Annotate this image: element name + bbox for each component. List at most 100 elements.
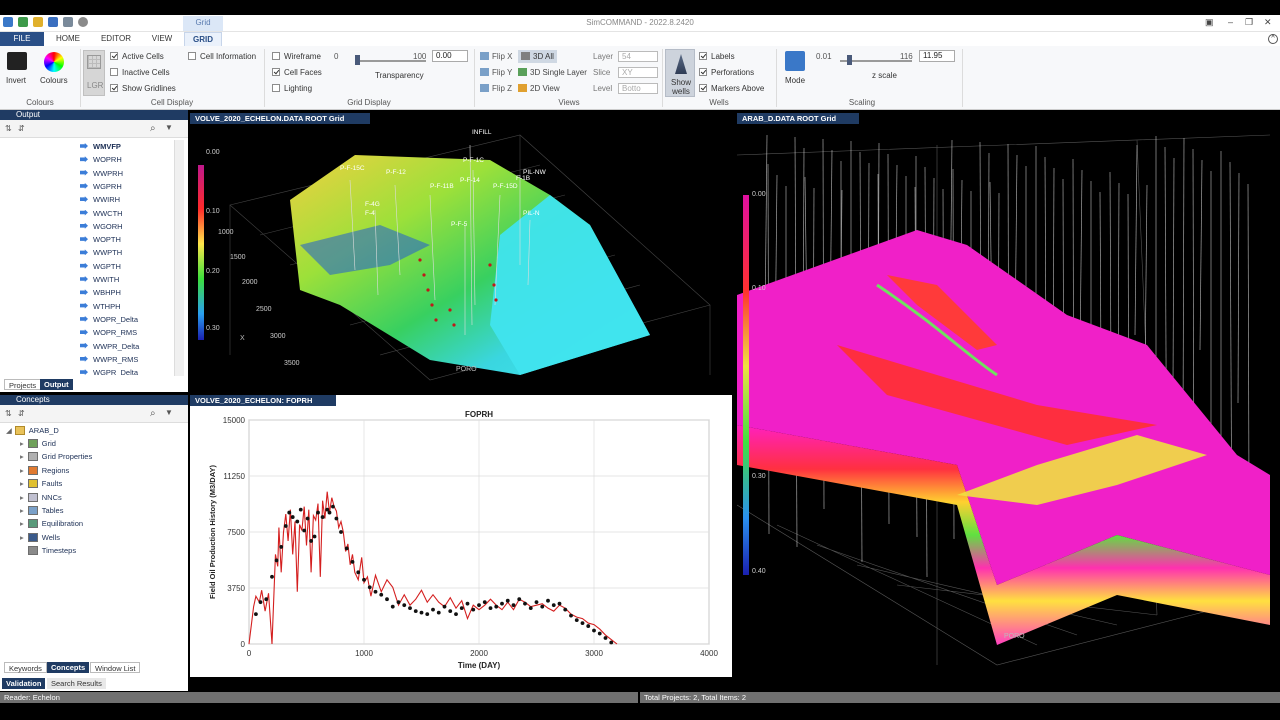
expand-icon[interactable]: ▸ (20, 452, 24, 461)
output-item[interactable]: WWPR_RMS (80, 353, 138, 366)
close-icon[interactable]: ✕ (1264, 17, 1272, 28)
expand-icon[interactable]: ▸ (20, 466, 24, 475)
tab-grid[interactable]: GRID (184, 32, 222, 46)
tree-item[interactable]: ▸ Faults (20, 477, 62, 490)
labels-checkbox[interactable]: Labels (699, 52, 735, 61)
cell-faces-checkbox[interactable]: Cell Faces (272, 68, 322, 77)
tree-item[interactable]: ▸ NNCs (20, 491, 62, 504)
tab-projects[interactable]: Projects (4, 379, 42, 390)
output-item[interactable]: WGPR_Delta (80, 366, 138, 376)
tab-window-list[interactable]: Window List (90, 662, 141, 673)
output-item[interactable]: WOPTH (80, 233, 121, 246)
view-fop-chart[interactable]: VOLVE_2020_ECHELON: FOPRH 0 1000 2000 3000 4… (190, 395, 732, 677)
expand-icon[interactable]: ▸ (20, 493, 24, 502)
tab-search-results[interactable]: Search Results (47, 678, 106, 689)
output-item[interactable]: WTHPH (80, 300, 121, 313)
mode-label[interactable]: Mode (785, 76, 805, 85)
view-3d-arab[interactable]: ARAB_D.DATA ROOT Grid 0.00 0.10 0.30 0.40 P… (737, 113, 1270, 671)
mode-icon[interactable] (785, 51, 805, 71)
maximize-icon[interactable]: ❐ (1245, 17, 1253, 28)
lighting-checkbox[interactable]: Lighting (272, 84, 312, 93)
tree-root[interactable]: ◢ ARAB_D (6, 424, 59, 437)
tab-editor[interactable]: EDITOR (94, 32, 138, 46)
colours-icon[interactable] (44, 52, 64, 72)
inactive-cells-checkbox[interactable]: Inactive Cells (110, 68, 170, 77)
output-item[interactable]: WWITH (80, 273, 119, 286)
slice-select[interactable]: XY (618, 67, 658, 78)
expand-icon[interactable]: ▸ (20, 519, 24, 528)
collapse-ribbon-icon[interactable]: ^ (1268, 34, 1278, 44)
expand-icon[interactable]: ▸ (20, 479, 24, 488)
3d-all-button[interactable]: 3D All (518, 50, 557, 63)
output-item[interactable]: WOPR_RMS (80, 326, 137, 339)
restore-icon[interactable]: ▣ (1205, 17, 1214, 28)
2d-view-button[interactable]: 2D View (518, 84, 560, 93)
invert-label[interactable]: Invert (6, 76, 26, 85)
filter-icon[interactable]: ▼ (165, 123, 173, 132)
tab-keywords[interactable]: Keywords (4, 662, 47, 673)
output-item[interactable]: WWPR_Delta (80, 340, 139, 353)
output-item[interactable]: WWCTH (80, 207, 123, 220)
tree-item[interactable]: ▸ Grid Properties (20, 450, 92, 463)
wireframe-checkbox[interactable]: Wireframe (272, 52, 321, 61)
flip-z-button[interactable]: Flip Z (480, 84, 512, 93)
expand-icon[interactable]: ▸ (20, 439, 24, 448)
lgr-button[interactable]: LGR (83, 50, 105, 96)
layer-select[interactable]: 54 (618, 51, 658, 62)
output-item[interactable]: WOPRH (80, 153, 122, 166)
zscale-slider-thumb[interactable] (847, 55, 852, 65)
output-item[interactable]: WWPRH (80, 167, 123, 180)
search-icon[interactable]: ⌕ (150, 123, 156, 134)
sort-desc-icon[interactable]: ⇵ (18, 124, 25, 133)
output-item[interactable]: WGORH (80, 220, 123, 233)
flip-x-button[interactable]: Flip X (480, 52, 512, 61)
tab-concepts[interactable]: Concepts (47, 662, 90, 673)
expand-icon[interactable]: ▸ (20, 506, 24, 515)
minimize-icon[interactable]: – (1228, 17, 1233, 27)
tab-output[interactable]: Output (40, 379, 73, 390)
tree-item[interactable]: ▸ Equilibration (20, 517, 83, 530)
show-wells-button[interactable]: Show wells (665, 49, 695, 97)
foprh-chart[interactable]: 0 1000 2000 3000 4000 0 3750 7500 11250 15000 FOPR… (190, 407, 732, 677)
expand-icon[interactable]: ▸ (20, 533, 24, 542)
perforations-checkbox[interactable]: Perforations (699, 68, 754, 77)
transparency-slider[interactable] (356, 60, 426, 62)
filter-icon[interactable]: ▼ (165, 408, 173, 417)
tree-item[interactable]: ▸ Grid (20, 437, 56, 450)
transparency-input[interactable]: 0.00 (432, 50, 468, 62)
output-item[interactable]: WGPTH (80, 260, 121, 273)
3d-single-layer-button[interactable]: 3D Single Layer (518, 68, 587, 77)
sort-asc-icon[interactable]: ⇅ (5, 124, 12, 133)
sort-desc-icon[interactable]: ⇵ (18, 409, 25, 418)
invert-icon[interactable] (7, 52, 27, 70)
volve-3d-canvas[interactable] (190, 125, 730, 381)
tree-item[interactable]: ▸Timesteps (20, 544, 76, 557)
zscale-input[interactable]: 11.95 (919, 50, 955, 62)
tree-item[interactable]: ▸ Wells (20, 531, 60, 544)
flip-y-button[interactable]: Flip Y (480, 68, 512, 77)
output-item[interactable]: WWIRH (80, 193, 120, 206)
tab-home[interactable]: HOME (48, 32, 88, 46)
tab-file[interactable]: FILE (0, 32, 44, 46)
output-item[interactable]: WBHPH (80, 286, 121, 299)
output-item[interactable]: WOPR_Delta (80, 313, 138, 326)
output-item[interactable]: WMVFP (80, 140, 121, 153)
view-3d-volve[interactable]: VOLVE_2020_ECHELON.DATA ROOT Grid 0.00 0.… (190, 113, 730, 381)
level-select[interactable]: Botto (618, 83, 658, 94)
colours-label[interactable]: Colours (40, 76, 68, 85)
active-cells-checkbox[interactable]: Active Cells (110, 52, 164, 61)
show-gridlines-checkbox[interactable]: Show Gridlines (110, 84, 176, 93)
tree-item[interactable]: ▸ Tables (20, 504, 63, 517)
search-icon[interactable]: ⌕ (150, 408, 156, 419)
output-scrollbar[interactable] (174, 140, 184, 376)
markers-above-checkbox[interactable]: Markers Above (699, 84, 764, 93)
arab-3d-canvas[interactable] (737, 125, 1270, 671)
output-item[interactable]: WGPRH (80, 180, 122, 193)
tree-item[interactable]: ▸ Regions (20, 464, 69, 477)
tab-view[interactable]: VIEW (143, 32, 181, 46)
transparency-slider-thumb[interactable] (355, 55, 360, 65)
sort-asc-icon[interactable]: ⇅ (5, 409, 12, 418)
tab-validation[interactable]: Validation (2, 678, 46, 689)
output-item[interactable]: WWPTH (80, 246, 122, 259)
cell-information-checkbox[interactable]: Cell Information (188, 52, 256, 61)
